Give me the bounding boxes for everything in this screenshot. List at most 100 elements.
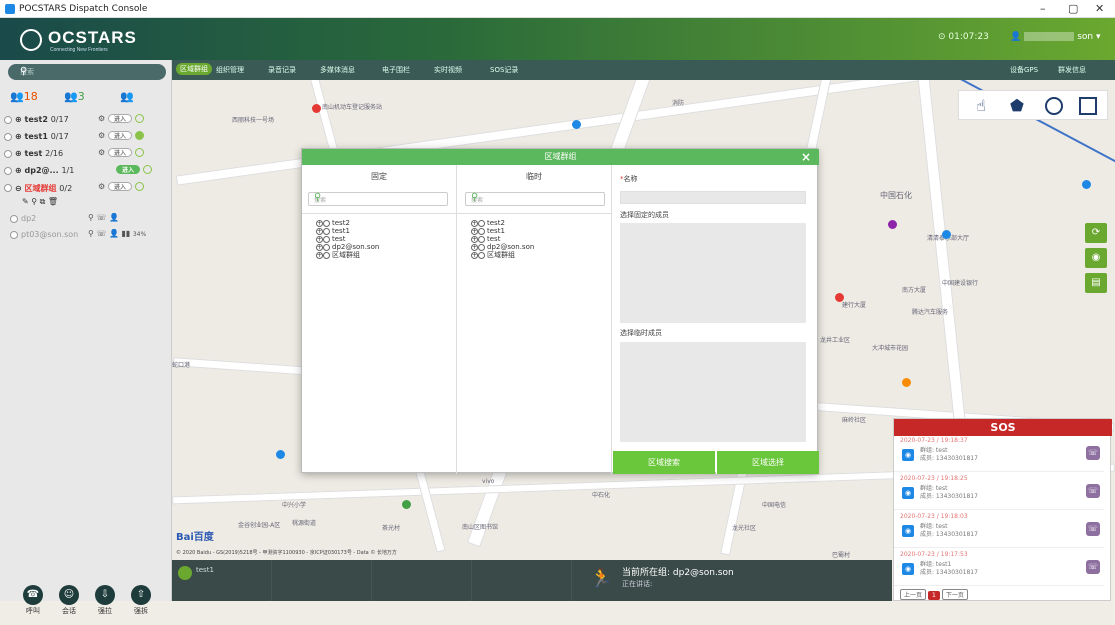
eye-icon[interactable]: ◉ [902, 449, 914, 461]
tab-geofence[interactable]: 电子围栏 [382, 65, 410, 75]
gear-icon[interactable]: ⚙ [98, 182, 105, 191]
close-icon[interactable]: × [801, 149, 811, 165]
group-name-input[interactable] [620, 191, 806, 204]
tree-item[interactable]: + test1 [316, 227, 379, 235]
group-row[interactable]: ⊖ 区域群组 0/2 ⚙ 进入 [4, 182, 169, 195]
tree-item[interactable]: + test2 [471, 219, 534, 227]
device-gps-button[interactable]: 设备GPS [1010, 65, 1038, 75]
rectangle-icon[interactable] [1079, 97, 1097, 115]
member-row[interactable]: pt03@son.son ⚲ ☏ 👤 ▮▮ 34% [10, 229, 175, 242]
tab-recording-log[interactable]: 录音记录 [268, 65, 296, 75]
location-icon[interactable]: ⚲ [31, 197, 37, 206]
group-row[interactable]: ⊕ test 2/16 ⚙ 进入 [4, 148, 169, 161]
tree-item[interactable]: + test [316, 235, 379, 243]
member-actions[interactable]: ⚲ ☏ 👤 [88, 213, 119, 222]
tree-item[interactable]: + test [471, 235, 534, 243]
map-pin-icon[interactable] [835, 293, 844, 302]
tab-multimedia[interactable]: 多媒体消息 [320, 65, 355, 75]
sos-item[interactable]: 2020-07-23 / 19:18:25 ◉ 群组: test 成员: 1343… [894, 474, 1104, 510]
group-members-icon[interactable]: 👥 [120, 90, 134, 103]
user-tile[interactable] [472, 560, 572, 601]
minimize-button[interactable]: – [1040, 2, 1046, 15]
enter-group-button[interactable]: 进入 [116, 165, 141, 174]
ruler-icon[interactable]: ▤ [1085, 273, 1107, 293]
polygon-icon[interactable]: ⬟ [1005, 94, 1029, 118]
monitor-toggle[interactable] [134, 148, 144, 157]
sos-item[interactable]: 2020-07-23 / 19:18:37 ◉ 群组: test 成员: 1343… [894, 436, 1104, 472]
share-icon[interactable]: ⧉ [40, 197, 46, 206]
sidebar-search-input[interactable]: 搜索 ⚲ [8, 64, 166, 80]
group-row[interactable]: ⊕ test1 0/17 ⚙ 进入 [4, 131, 169, 144]
enter-group-button[interactable]: 进入 [107, 182, 132, 191]
eye-icon[interactable]: ◉ [902, 487, 914, 499]
user-tile[interactable] [272, 560, 372, 601]
group-row[interactable]: ⊕ dp2@... 1/1 进入 [4, 165, 169, 178]
group-radio[interactable] [4, 184, 12, 192]
tab-org-management[interactable]: 组织管理 [216, 65, 244, 75]
edit-icon[interactable]: ✎ [22, 197, 29, 206]
map-pin-icon[interactable] [312, 104, 321, 113]
map-pin-icon[interactable] [572, 120, 581, 129]
temp-search-input[interactable]: 搜索 ⚲ [465, 192, 605, 206]
call-icon[interactable]: ☏ [1086, 446, 1100, 460]
call-icon[interactable]: ☏ [1086, 522, 1100, 536]
member-actions[interactable]: ⚲ ☏ 👤 ▮▮ 34% [88, 229, 146, 238]
eye-icon[interactable]: ◉ [1085, 248, 1107, 268]
region-select-button[interactable]: 区域选择 [716, 451, 819, 474]
user-menu[interactable]: 👤 son ▾ [1010, 32, 1101, 42]
tab-sos-log[interactable]: SOS记录 [490, 65, 518, 75]
member-row[interactable]: dp2 ⚲ ☏ 👤 [10, 213, 175, 226]
close-button[interactable]: ✕ [1095, 2, 1104, 15]
next-page-button[interactable]: 下一页 [941, 589, 968, 600]
group-radio[interactable] [4, 167, 12, 175]
map-pin-icon[interactable] [402, 500, 411, 509]
map-pin-icon[interactable] [1082, 180, 1091, 189]
gear-icon[interactable]: ⚙ [98, 148, 105, 157]
group-radio[interactable] [4, 150, 12, 158]
broadcast-button[interactable]: 群发信息 [1058, 65, 1086, 75]
tab-region-group[interactable]: 区域群组 [176, 63, 212, 75]
refresh-icon[interactable]: ⟳ [1085, 223, 1107, 243]
fixed-search-input[interactable]: 搜索 ⚲ [308, 192, 448, 206]
search-icon[interactable]: ⚲ [20, 66, 159, 77]
sos-item[interactable]: 2020-07-23 / 19:17:53 ◉ 群组: test1 成员: 134… [894, 550, 1104, 586]
tree-item[interactable]: + test1 [471, 227, 534, 235]
monitor-toggle[interactable] [134, 114, 144, 123]
map-pin-icon[interactable] [902, 378, 911, 387]
map-pin-icon[interactable] [942, 230, 951, 239]
group-radio[interactable] [4, 116, 12, 124]
hand-pointer-icon[interactable]: ☝ [969, 94, 993, 118]
search-icon[interactable]: ⚲ [471, 192, 600, 203]
tree-item[interactable]: + dp2@son.son [471, 243, 534, 251]
monitor-toggle[interactable] [142, 165, 152, 174]
trash-icon[interactable]: 🗑 [48, 197, 58, 206]
maximize-button[interactable]: ▢ [1068, 2, 1078, 15]
enter-group-button[interactable]: 进入 [107, 114, 132, 123]
temp-members-list[interactable] [620, 342, 806, 442]
region-search-button[interactable]: 区域搜索 [613, 451, 715, 474]
sos-item[interactable]: 2020-07-23 / 19:18:03 ◉ 群组: test 成员: 1343… [894, 512, 1104, 548]
search-icon[interactable]: ⚲ [314, 192, 443, 203]
eye-icon[interactable]: ◉ [902, 563, 914, 575]
map-pin-icon[interactable] [888, 220, 897, 229]
call-icon[interactable]: ☏ [1086, 560, 1100, 574]
tree-item[interactable]: + test2 [316, 219, 379, 227]
map-pin-icon[interactable] [276, 450, 285, 459]
prev-page-button[interactable]: 上一页 [900, 589, 927, 600]
tree-item[interactable]: + 区域群组 [316, 251, 379, 259]
tree-item[interactable]: + 区域群组 [471, 251, 534, 259]
user-tile[interactable] [372, 560, 472, 601]
group-radio[interactable] [4, 133, 12, 141]
member-radio[interactable] [10, 231, 18, 239]
member-radio[interactable] [10, 215, 18, 223]
group-row[interactable]: ⊕ test2 0/17 ⚙ 进入 [4, 114, 169, 127]
monitor-toggle[interactable] [134, 182, 144, 191]
eye-icon[interactable]: ◉ [902, 525, 914, 537]
user-tile[interactable]: test1 [172, 560, 272, 601]
circle-icon[interactable] [1045, 97, 1063, 115]
call-icon[interactable]: ☏ [1086, 484, 1100, 498]
enter-group-button[interactable]: 进入 [107, 131, 132, 140]
monitor-toggle[interactable] [134, 131, 144, 140]
fixed-members-list[interactable] [620, 223, 806, 323]
gear-icon[interactable]: ⚙ [98, 114, 105, 123]
